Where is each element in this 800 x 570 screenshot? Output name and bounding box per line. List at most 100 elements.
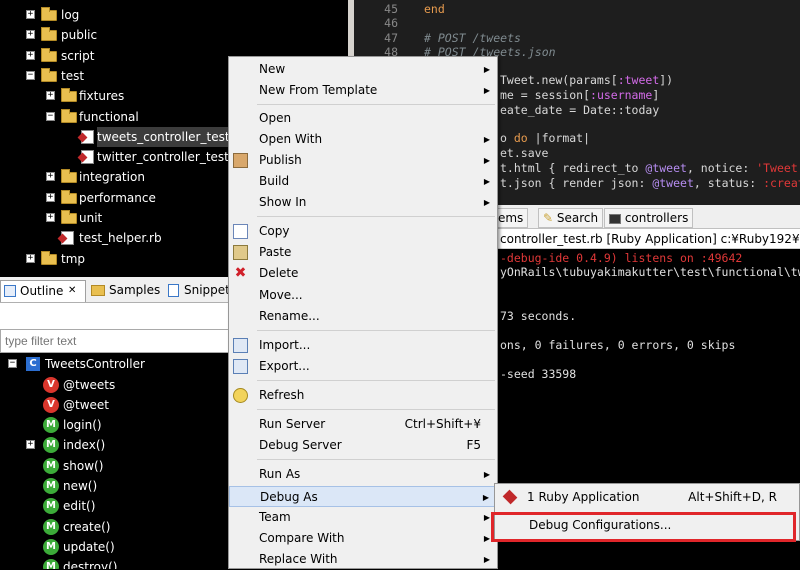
tree-item[interactable]: + log [0, 5, 348, 25]
expander-icon[interactable]: − [46, 111, 55, 121]
outline-member-item[interactable]: V @tweets [0, 375, 230, 395]
menu-item-publish[interactable]: Publish ▶ [229, 150, 497, 171]
ruby-file-icon [81, 129, 94, 144]
submenu-arrow-icon: ▶ [483, 177, 490, 186]
outline-member-item[interactable]: + Mindex() [0, 435, 230, 455]
tab-samples[interactable]: Samples [89, 280, 163, 302]
collapse-icon[interactable]: − [8, 359, 17, 368]
tab-search[interactable]: ✎ Search [538, 208, 604, 228]
folder-icon [41, 47, 57, 62]
method-icon: M [43, 478, 59, 494]
menu-separator [257, 380, 495, 381]
menu-item-paste[interactable]: Paste [229, 242, 497, 263]
menu-item-replace-with[interactable]: Replace With ▶ [229, 549, 497, 570]
menu-item-open-with[interactable]: Open With ▶ [229, 129, 497, 150]
expander-icon[interactable]: − [26, 70, 35, 80]
tab-controllers[interactable]: controllers [604, 208, 694, 228]
folder-icon [41, 67, 57, 82]
menu-item-debug-as[interactable]: Debug As ▶ [229, 486, 497, 507]
menu-separator [257, 216, 495, 217]
outline-member-item[interactable]: Mcreate() [0, 517, 230, 537]
expander-icon[interactable]: + [26, 10, 35, 19]
expander-icon[interactable]: + [26, 440, 35, 450]
tab-outline[interactable]: Outline ✕ [0, 280, 86, 302]
menu-item-open[interactable]: Open [229, 108, 497, 129]
expander-icon[interactable]: + [46, 213, 55, 222]
tree-item-label: performance [79, 190, 156, 205]
submenu-arrow-icon: ▶ [483, 156, 490, 165]
menu-separator [257, 104, 495, 105]
code-line: t.json { render json: @tweet, status: :c… [500, 176, 800, 190]
code-line: end [424, 2, 445, 16]
tree-item-label: unit [79, 211, 103, 225]
folder-icon [41, 7, 57, 21]
member-label: login() [63, 418, 102, 433]
menu-item-new-from-template[interactable]: New From Template ▶ [229, 80, 497, 101]
ruby-debug-icon [502, 489, 518, 505]
submenu-arrow-icon: ▶ [483, 513, 490, 522]
tab-snippets[interactable]: Snippet [166, 280, 230, 302]
export-icon [233, 359, 248, 374]
tree-item[interactable]: + public [0, 25, 348, 45]
outline-member-item[interactable]: Medit() [0, 496, 230, 516]
menu-item-import[interactable]: Import... [229, 335, 497, 356]
expander-icon[interactable]: + [26, 50, 35, 60]
menu-item-export[interactable]: Export... [229, 356, 497, 377]
folder-icon [61, 169, 77, 184]
outline-member-item[interactable]: V @tweet [0, 395, 230, 415]
expander-icon[interactable]: + [26, 30, 35, 40]
menu-item-debug-server[interactable]: Debug Server F5 [229, 435, 497, 456]
outline-member-item[interactable]: Mdestroy() [0, 557, 230, 569]
code-line: eate_date = Date::today [500, 103, 660, 117]
import-icon [233, 338, 248, 353]
method-icon: M [43, 417, 59, 434]
variable-icon: V [43, 376, 59, 393]
tree-item-label: tmp [61, 251, 86, 266]
code-line: t.html { redirect_to @tweet, notice: 'Tw… [500, 161, 798, 175]
menu-item-copy[interactable]: Copy [229, 221, 497, 242]
member-label: create() [63, 519, 111, 534]
context-menu: New ▶ New From Template ▶ Open Open With ▶ … [228, 56, 498, 569]
menu-item-refresh[interactable]: Refresh [229, 385, 497, 406]
menu-item-ruby-application[interactable]: 1 Ruby Application Alt+Shift+D, R [495, 486, 799, 508]
outline-class-item[interactable]: − C TweetsController [0, 354, 230, 374]
line-number: 47 [384, 31, 398, 45]
menu-separator [257, 459, 495, 460]
menu-item-new[interactable]: New ▶ [229, 59, 497, 80]
publish-icon [233, 153, 248, 168]
outline-filter-input[interactable] [0, 329, 230, 353]
expander-icon[interactable]: + [46, 172, 55, 182]
outline-member-item[interactable]: Mlogin() [0, 415, 230, 435]
menu-item-team[interactable]: Team ▶ [229, 507, 497, 528]
menu-item-show-in[interactable]: Show In ▶ [229, 192, 497, 213]
tree-item-label: tweets_controller_test.rb [97, 126, 246, 147]
method-icon: M [43, 498, 59, 515]
console-line: 73 seconds. [500, 309, 577, 323]
outline-member-item[interactable]: Mnew() [0, 476, 230, 496]
menu-item-build[interactable]: Build ▶ [229, 171, 497, 192]
tree-item-label: integration [79, 170, 145, 185]
tree-item-label: functional [79, 109, 139, 124]
expander-icon[interactable]: + [46, 192, 55, 202]
menu-item-delete[interactable]: ✖ Delete [229, 263, 497, 284]
expander-icon[interactable]: + [26, 253, 35, 263]
folder-icon [61, 210, 77, 224]
method-icon: M [43, 518, 59, 535]
expander-icon[interactable]: + [46, 91, 55, 101]
menu-item-compare-with[interactable]: Compare With ▶ [229, 528, 497, 549]
outline-member-item[interactable]: Mshow() [0, 456, 230, 476]
code-line: # POST /tweets [424, 31, 521, 45]
method-icon: M [43, 457, 59, 474]
tree-item-label: test_helper.rb [79, 231, 162, 246]
menu-item-run-as[interactable]: Run As ▶ [229, 464, 497, 485]
samples-icon [91, 285, 105, 296]
outline-member-item[interactable]: Mupdate() [0, 537, 230, 557]
menu-item-rename[interactable]: Rename... [229, 306, 497, 327]
ruby-file-icon [61, 231, 74, 246]
menu-item-run-server[interactable]: Run Server Ctrl+Shift+¥ [229, 414, 497, 435]
submenu-arrow-icon: ▶ [483, 470, 490, 479]
menu-item-move[interactable]: Move... [229, 285, 497, 306]
paste-icon [233, 245, 248, 260]
close-icon[interactable]: ✕ [68, 281, 76, 301]
submenu-arrow-icon: ▶ [483, 555, 490, 564]
